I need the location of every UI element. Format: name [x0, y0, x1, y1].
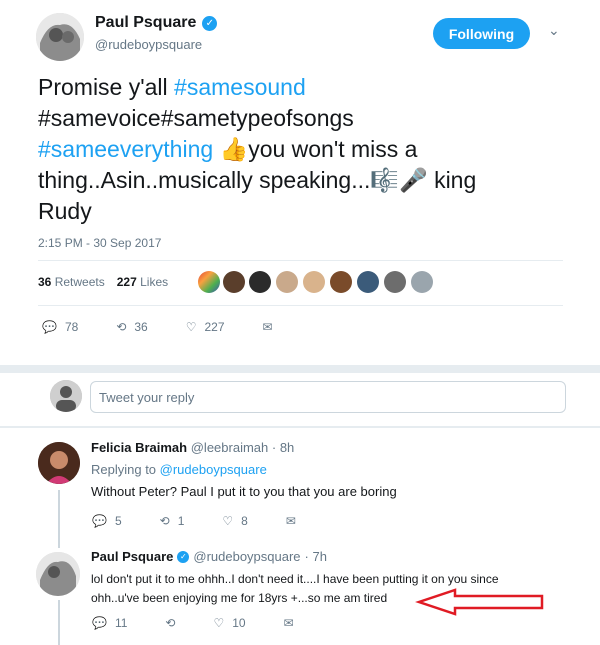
- reply-text: Without Peter? Paul I put it to you that…: [91, 484, 397, 499]
- verified-badge-icon: ✓: [202, 15, 218, 31]
- retweet-icon: ⟲: [165, 616, 176, 630]
- replying-to-line: Replying to @rudeboypsquare: [91, 462, 267, 477]
- author-avatar[interactable]: [36, 13, 84, 61]
- direct-message-action[interactable]: ✉: [284, 616, 294, 630]
- reply-author-avatar[interactable]: [36, 552, 80, 596]
- heart-icon: ♡: [222, 514, 234, 528]
- hashtag-sameeverything[interactable]: #sameeverything: [38, 136, 213, 162]
- chevron-down-icon[interactable]: ⌄: [548, 22, 560, 39]
- current-user-avatar[interactable]: [50, 380, 82, 412]
- retweet-icon: ⟲: [116, 320, 127, 334]
- reply-action[interactable]: 💬 11: [92, 616, 127, 630]
- heart-icon: ♡: [185, 320, 197, 334]
- hashtag-samesound[interactable]: #samesound: [174, 74, 306, 100]
- liker-avatar: [249, 271, 271, 293]
- reply-time[interactable]: · 8h: [272, 440, 294, 455]
- reply-icon: 💬: [92, 616, 107, 630]
- tweet-line-1: Promise y'all: [38, 74, 175, 100]
- author-handle[interactable]: @rudeboypsquare: [95, 37, 202, 52]
- liker-avatar: [330, 271, 352, 293]
- retweet-icon: ⟲: [159, 514, 170, 528]
- tweet-reply-input[interactable]: Tweet your reply: [90, 381, 566, 413]
- retweet-action[interactable]: ⟲: [165, 616, 175, 630]
- like-action[interactable]: ♡ 10: [213, 616, 245, 630]
- heart-icon: ♡: [213, 616, 225, 630]
- reply-icon: 💬: [92, 514, 107, 528]
- red-arrow-annotation: [415, 588, 544, 616]
- liker-avatar: [223, 271, 245, 293]
- reply-icon: 💬: [42, 320, 57, 334]
- direct-message-action[interactable]: ✉: [286, 514, 296, 528]
- following-button[interactable]: Following: [433, 18, 530, 49]
- direct-message-action[interactable]: ✉: [263, 320, 273, 334]
- liker-avatar: [276, 271, 298, 293]
- envelope-icon: ✉: [283, 616, 294, 630]
- tweet-text: Promise y'all #samesound #samevoice#same…: [38, 72, 558, 227]
- reply-author-handle[interactable]: @rudeboypsquare: [193, 549, 300, 564]
- tweet-line-3: you won't miss a: [248, 136, 418, 162]
- reply-action[interactable]: 💬 78: [42, 320, 78, 334]
- reply-author-avatar[interactable]: [38, 442, 80, 484]
- reply-author-handle[interactable]: @leebraimah: [191, 440, 269, 455]
- reply-time[interactable]: · 7h: [305, 549, 327, 564]
- liker-avatar: [303, 271, 325, 293]
- author-name[interactable]: Paul Psquare: [95, 14, 196, 32]
- tweet-line-4: thing..Asin..musically speaking...: [38, 167, 371, 193]
- retweet-action[interactable]: ⟲ 36: [116, 320, 147, 334]
- reply-action[interactable]: 💬 5: [92, 514, 122, 528]
- reply-author-name[interactable]: Felicia Braimah: [91, 440, 187, 455]
- replying-to-link[interactable]: @rudeboypsquare: [160, 462, 267, 477]
- retweet-stat[interactable]: 36 Retweets: [38, 275, 105, 289]
- likes-stat[interactable]: 227 Likes: [117, 275, 168, 289]
- liker-avatar: [198, 271, 220, 293]
- retweet-action[interactable]: ⟲ 1: [160, 514, 185, 528]
- liker-avatar: [411, 271, 433, 293]
- liker-avatar: [384, 271, 406, 293]
- tweet-timestamp[interactable]: 2:15 PM - 30 Sep 2017: [38, 236, 161, 250]
- reply-author-name[interactable]: Paul Psquare: [91, 549, 173, 564]
- envelope-icon: ✉: [262, 320, 273, 334]
- like-action[interactable]: ♡ 8: [222, 514, 247, 528]
- microphone-emoji-icon: 🎤: [399, 167, 428, 193]
- verified-badge-icon: ✓: [177, 550, 190, 563]
- tweet-line-5: Rudy: [38, 198, 92, 224]
- thumbs-up-emoji-icon: 👍: [219, 136, 249, 162]
- music-score-emoji-icon: 🎼: [370, 167, 400, 193]
- tweet-line-2: #samevoice#sametypeofsongs: [38, 105, 354, 131]
- liker-avatar: [357, 271, 379, 293]
- envelope-icon: ✉: [285, 514, 296, 528]
- like-action[interactable]: ♡ 227: [186, 320, 225, 334]
